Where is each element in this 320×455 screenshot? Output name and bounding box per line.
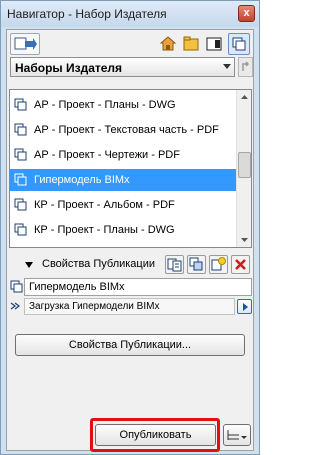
publisher-sets-dropdown[interactable]: Наборы Издателя <box>10 57 235 77</box>
list-item-label: КР - Проект - Планы - DWG <box>34 224 175 236</box>
up-arrow-icon <box>242 61 250 71</box>
view-map-icon <box>183 36 199 51</box>
client-area: Наборы Издателя АР - Проект - Планы - DW… <box>6 29 254 452</box>
up-level-button[interactable] <box>238 57 253 77</box>
publisher-item-icon <box>14 198 27 211</box>
publication-format-field: Загрузка Гипермодели BIMx <box>24 298 235 315</box>
view-map-button[interactable] <box>180 33 202 55</box>
close-button[interactable]: x <box>238 5 255 22</box>
publisher-sets-button[interactable] <box>228 33 250 55</box>
options-menu-button[interactable] <box>223 424 251 446</box>
publisher-arrow-icon <box>14 37 37 50</box>
list-item-label: КР - Проект - Альбом - PDF <box>34 199 175 211</box>
publisher-item-icon <box>10 280 23 293</box>
list-item-label: АР - Проект - Планы - DWG <box>34 99 176 111</box>
scroll-up-button[interactable] <box>237 90 251 105</box>
publication-properties-button[interactable]: Свойства Публикации... <box>15 334 245 356</box>
publisher-mode-button[interactable] <box>10 33 40 55</box>
window-title: Навигатор - Набор Издателя <box>7 7 167 21</box>
list-item-label: АР - Проект - Текстовая часть - PDF <box>34 124 219 136</box>
duplicate-set-button[interactable] <box>187 255 206 274</box>
publisher-item-icon <box>14 148 27 161</box>
layout-book-icon <box>206 37 222 51</box>
list-item[interactable]: АР - Проект - Планы - DWG <box>10 94 236 116</box>
delete-button[interactable] <box>231 255 250 274</box>
list-item[interactable]: Гипермодель BIMx <box>10 169 236 191</box>
list-scrollbar[interactable] <box>236 90 251 247</box>
chevron-down-icon <box>223 64 231 69</box>
publisher-sets-icon <box>232 37 246 51</box>
dropdown-label: Наборы Издателя <box>15 61 123 75</box>
section-collapse-icon[interactable] <box>25 262 33 268</box>
project-map-button[interactable] <box>157 33 179 55</box>
scroll-down-button[interactable] <box>237 232 251 247</box>
publisher-item-icon <box>14 223 27 236</box>
list-item[interactable]: КР - Проект - Планы - DWG <box>10 219 236 241</box>
list-item[interactable]: КР - Проект - Альбом - PDF <box>10 194 236 216</box>
delete-icon <box>235 259 246 270</box>
new-item-icon <box>211 257 226 271</box>
format-arrows-icon <box>10 302 20 310</box>
chevron-down-icon <box>241 238 248 242</box>
publisher-item-icon <box>14 98 27 111</box>
new-item-button[interactable] <box>209 255 228 274</box>
chevron-up-icon <box>241 95 248 99</box>
scroll-thumb[interactable] <box>238 152 251 178</box>
project-map-icon <box>159 36 177 51</box>
new-set-button[interactable] <box>165 255 184 274</box>
publication-name-field[interactable]: Гипермодель BIMx <box>24 278 252 296</box>
publisher-item-icon <box>14 123 27 136</box>
list-item[interactable]: АР - Проект - Текстовая часть - PDF <box>10 119 236 141</box>
list-item-label: Гипермодель BIMx <box>34 174 130 186</box>
publisher-sets-list[interactable]: АР - Проект - Планы - DWG АР - Проект - Т… <box>9 89 252 248</box>
duplicate-set-icon <box>189 257 203 271</box>
options-list-icon <box>227 430 247 440</box>
navigator-window: Навигатор - Набор Издателя x Наборы Изда… <box>0 0 260 455</box>
highlight-box <box>90 418 220 452</box>
new-set-icon <box>167 258 182 272</box>
layout-book-button[interactable] <box>203 33 225 55</box>
title-bar[interactable]: Навигатор - Набор Издателя x <box>1 1 259 27</box>
list-item-label: АР - Проект - Чертежи - PDF <box>34 149 180 161</box>
publisher-item-icon <box>14 173 27 186</box>
format-options-button[interactable] <box>237 299 252 314</box>
list-item[interactable]: АР - Проект - Чертежи - PDF <box>10 144 236 166</box>
section-title: Свойства Публикации <box>42 258 156 270</box>
